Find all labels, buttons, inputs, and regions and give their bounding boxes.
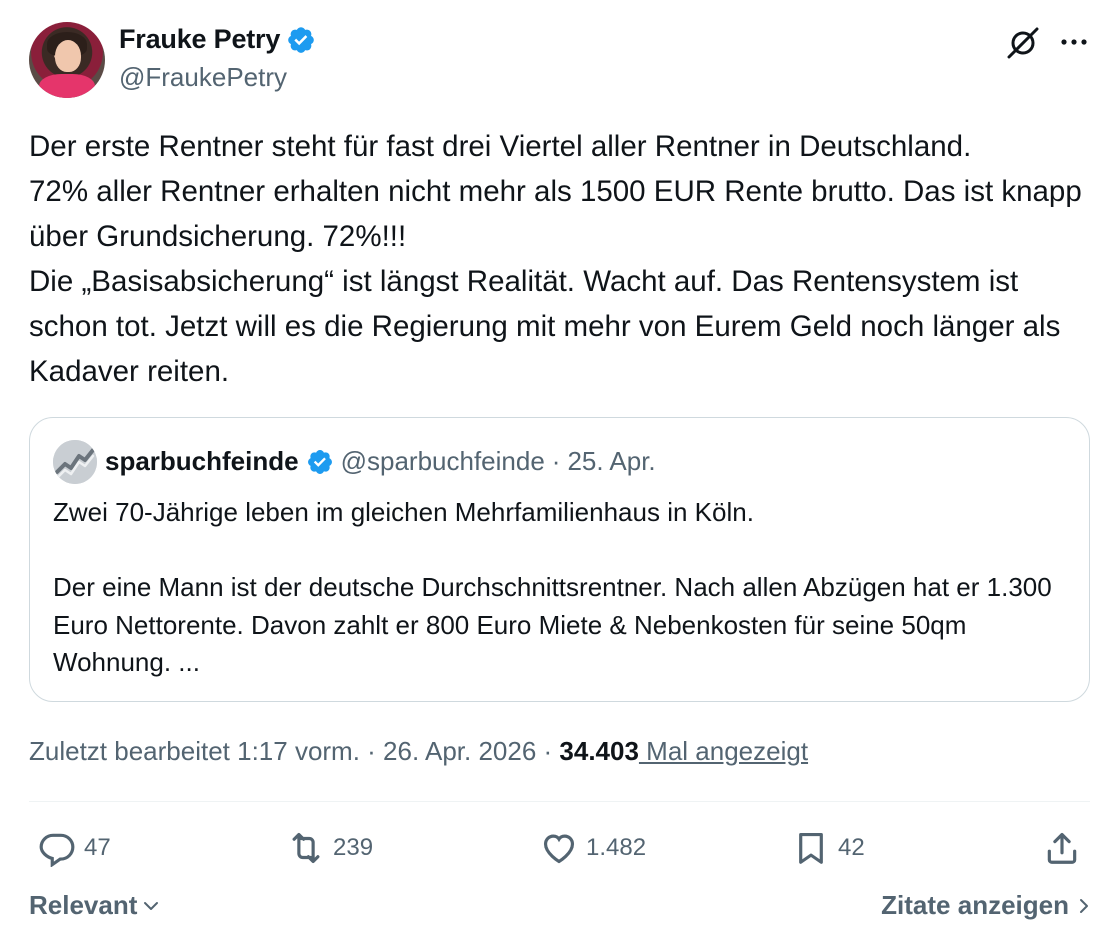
repost-count: 239: [333, 834, 374, 861]
avatar-face: [55, 40, 81, 72]
quote-handle[interactable]: @sparbuchfeinde: [341, 446, 545, 477]
divider: [29, 801, 1090, 802]
bookmark-count: 42: [838, 834, 865, 861]
like-count: 1.482: [586, 834, 647, 861]
grok-icon[interactable]: [1005, 26, 1041, 60]
repost-icon: [292, 832, 320, 864]
author-avatar[interactable]: [29, 22, 105, 98]
author-name-row: Frauke Petry: [119, 24, 316, 55]
view-quotes-label: Zitate anzeigen: [881, 890, 1069, 920]
share-button[interactable]: [1043, 822, 1081, 874]
author-display-name[interactable]: Frauke Petry: [119, 24, 280, 55]
views-label[interactable]: Mal angezeigt: [639, 736, 808, 766]
share-icon: [1047, 832, 1077, 864]
repost-button[interactable]: 239: [287, 822, 373, 874]
verified-badge-icon: [307, 449, 332, 474]
quote-date[interactable]: 25. Apr.: [567, 446, 655, 477]
bookmark-icon: [799, 832, 823, 864]
views-count: 34.403: [559, 736, 639, 766]
chart-logo-icon: [53, 440, 97, 484]
chevron-down-icon: [144, 901, 159, 910]
reply-count: 47: [84, 834, 111, 861]
bookmark-button[interactable]: 42: [792, 822, 865, 874]
view-quotes-link[interactable]: Zitate anzeigen: [881, 890, 1091, 921]
tweet-text: Der erste Rentner steht für fast drei Vi…: [29, 130, 1082, 388]
sort-dropdown[interactable]: Relevant: [29, 890, 161, 921]
chevron-right-icon: [1080, 898, 1088, 913]
like-button[interactable]: 1.482: [540, 822, 646, 874]
reply-button[interactable]: 47: [38, 822, 111, 874]
quote-separator: ·: [551, 446, 561, 476]
sort-label: Relevant: [29, 890, 138, 920]
more-icon[interactable]: [1059, 32, 1089, 52]
heart-icon: [543, 834, 575, 864]
quote-text: Zwei 70-Jährige leben im gleichen Mehrfa…: [53, 497, 1052, 677]
quote-display-name[interactable]: sparbuchfeinde: [105, 446, 299, 477]
reply-icon: [39, 833, 75, 867]
verified-badge-icon[interactable]: [286, 25, 316, 55]
action-bar: 47 239 1.482 42: [0, 822, 1119, 874]
author-handle[interactable]: @FraukePetry: [119, 62, 287, 93]
avatar-body: [39, 74, 95, 98]
quote-header: sparbuchfeinde @sparbuchfeinde · 25. Apr…: [105, 446, 656, 477]
quoted-tweet[interactable]: sparbuchfeinde @sparbuchfeinde · 25. Apr…: [29, 417, 1090, 702]
edited-timestamp[interactable]: Zuletzt bearbeitet 1:17 vorm. · 26. Apr.…: [29, 736, 559, 766]
tweet-meta: Zuletzt bearbeitet 1:17 vorm. · 26. Apr.…: [29, 736, 808, 767]
quote-author-avatar[interactable]: [53, 440, 97, 484]
